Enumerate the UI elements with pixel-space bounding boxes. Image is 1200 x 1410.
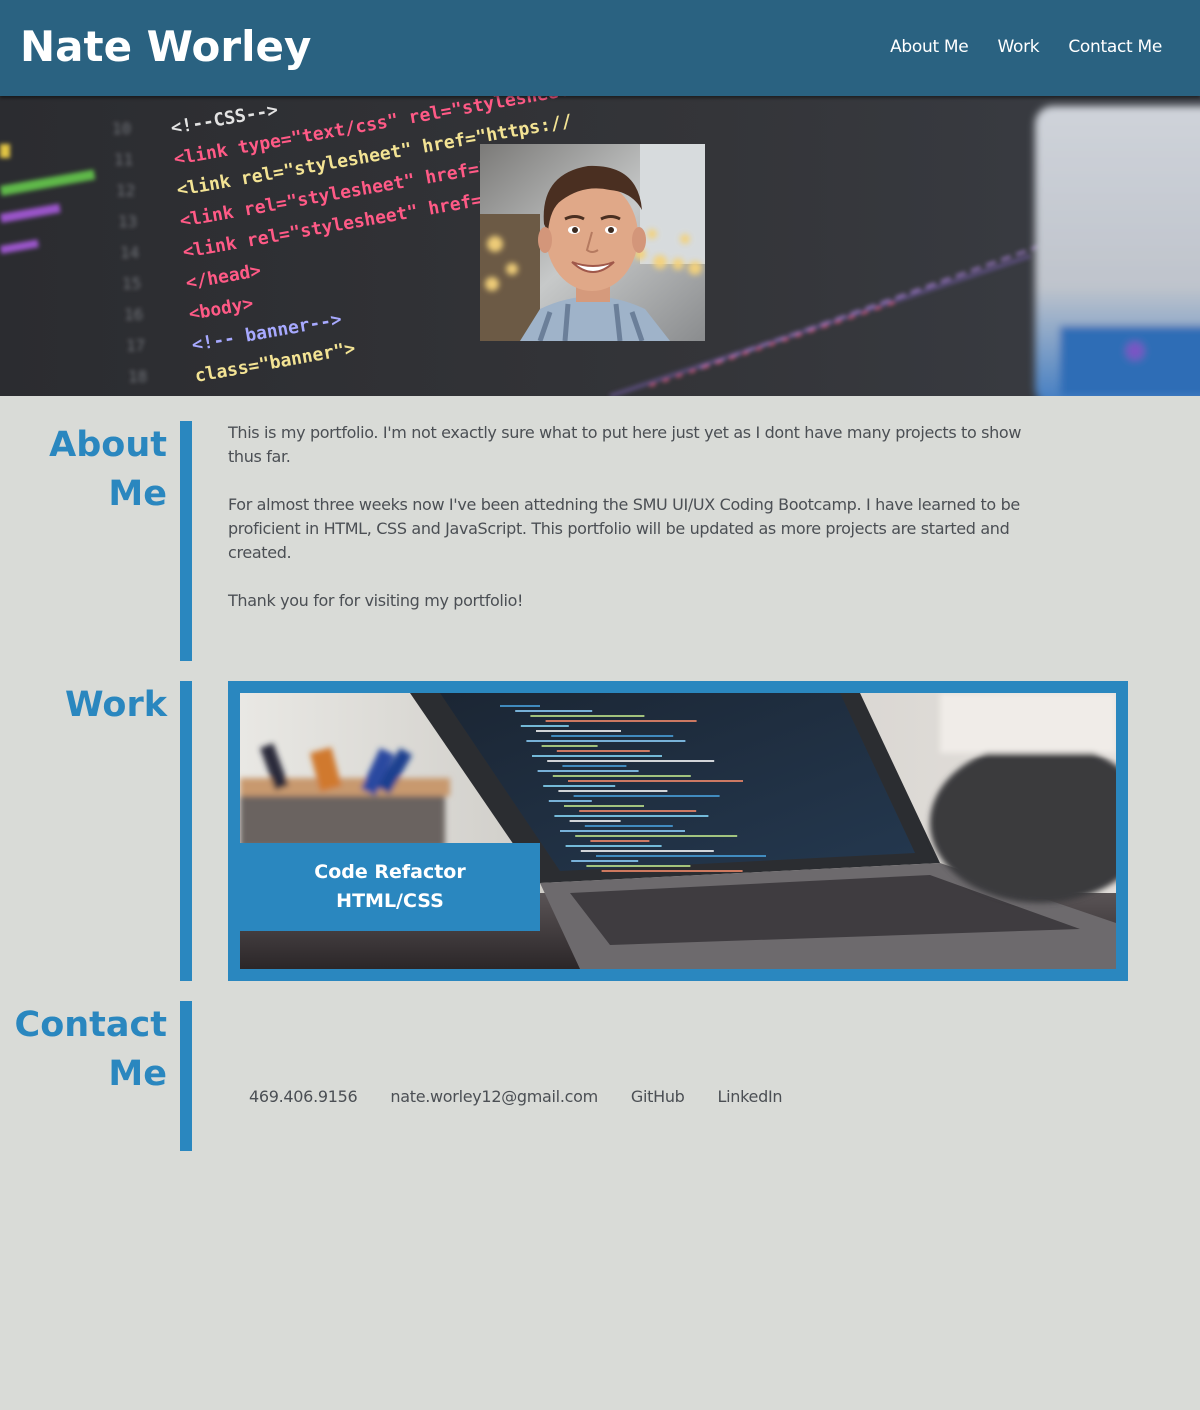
work-screen-code-line <box>552 775 691 777</box>
work-screen-code-line <box>575 835 738 837</box>
work-screen-code-line <box>564 805 644 807</box>
profile-photo-art <box>480 144 705 341</box>
main-nav: About Me Work Contact Me <box>890 35 1162 59</box>
work-screen-code-line <box>500 705 540 707</box>
work-screen-code-line <box>569 820 621 822</box>
work-screen-code-line <box>520 725 569 727</box>
work-accent-bar <box>180 681 192 981</box>
work-screen-code-line <box>515 710 593 712</box>
hero-line-number: 15 <box>122 274 141 293</box>
nav-link-about-me[interactable]: About Me <box>890 35 969 59</box>
work-heading: Work <box>0 681 167 730</box>
contact-heading-text: Contact Me <box>14 1005 167 1094</box>
hero-line-number: 11 <box>114 150 133 169</box>
work-screen-code-line <box>541 745 598 747</box>
work-screen-code-line <box>579 810 697 812</box>
site-header: Nate Worley About Me Work Contact Me <box>0 0 1200 96</box>
work-screen-code-line <box>532 755 662 757</box>
work-screen-code-line <box>568 780 743 782</box>
work-card-title-line-2: HTML/CSS <box>336 890 444 912</box>
work-screen-code-line <box>545 720 697 722</box>
work-screen-code-line <box>560 830 685 832</box>
work-screen-code-line <box>558 790 668 792</box>
about-heading-text: About Me <box>49 425 167 514</box>
hero-line-number: 17 <box>126 336 145 355</box>
hero-line-number: 16 <box>124 305 143 324</box>
work-screen-code-line <box>537 770 639 772</box>
nav-link-work[interactable]: Work <box>997 35 1039 59</box>
work-screen-code-line <box>543 785 616 787</box>
contact-github-link[interactable]: GitHub <box>631 1085 685 1109</box>
contact-list: 469.406.9156 nate.worley12@gmail.com Git… <box>249 1085 783 1109</box>
work-heading-text: Work <box>65 685 167 725</box>
profile-photo <box>480 144 705 341</box>
about-paragraph-1: This is my portfolio. I'm not exactly su… <box>228 423 1022 466</box>
hero-line-number: 12 <box>116 181 135 200</box>
work-screen-code-line <box>526 740 686 742</box>
work-card-code-refactor[interactable]: Code Refactor HTML/CSS <box>228 681 1128 981</box>
work-screen-code-line <box>565 845 662 847</box>
nav-link-contact-me[interactable]: Contact Me <box>1068 35 1162 59</box>
work-screen-code-line <box>584 825 673 827</box>
about-text: This is my portfolio. I'm not exactly su… <box>228 421 1028 637</box>
work-screen-code-line <box>596 855 766 857</box>
contact-heading: Contact Me <box>0 1001 167 1099</box>
about-accent-bar <box>180 421 192 661</box>
work-screen-code-line <box>551 735 674 737</box>
hero-line-number: 13 <box>118 212 137 231</box>
work-card-label: Code Refactor HTML/CSS <box>240 843 540 931</box>
work-screen-code-line <box>530 715 645 717</box>
work-screen-code-line <box>601 870 743 872</box>
contact-email-link[interactable]: nate.worley12@gmail.com <box>390 1085 598 1109</box>
work-screen-code-line <box>548 800 592 802</box>
work-screen-code-line <box>536 730 621 732</box>
hero-banner: 101112131415161718 <!--CSS--><link type=… <box>0 96 1200 396</box>
hero-device <box>1035 106 1200 396</box>
site-title: Nate Worley <box>20 22 312 71</box>
about-paragraph-2: For almost three weeks now I've been att… <box>228 495 1020 562</box>
work-screen-code-line <box>586 865 691 867</box>
work-screen-code-line <box>580 850 714 852</box>
contact-linkedin-link[interactable]: LinkedIn <box>718 1085 783 1109</box>
work-screen-code-line <box>562 765 627 767</box>
work-screen-code-line <box>556 750 650 752</box>
contact-phone-link[interactable]: 469.406.9156 <box>249 1085 358 1109</box>
work-screen-code-line <box>547 760 715 762</box>
about-paragraph-3: Thank you for for visiting my portfolio! <box>228 591 524 610</box>
work-screen-code-line <box>573 795 720 797</box>
hero-line-number: 18 <box>128 367 147 386</box>
work-screen-code-line <box>571 860 639 862</box>
hero-line-number: 10 <box>112 119 131 138</box>
contact-accent-bar <box>180 1001 192 1151</box>
about-heading: About Me <box>0 421 167 519</box>
work-card-title-line-1: Code Refactor <box>314 861 466 883</box>
hero-line-number: 14 <box>120 243 139 262</box>
work-screen-code-line <box>590 840 650 842</box>
work-screen-code-line <box>554 815 709 817</box>
